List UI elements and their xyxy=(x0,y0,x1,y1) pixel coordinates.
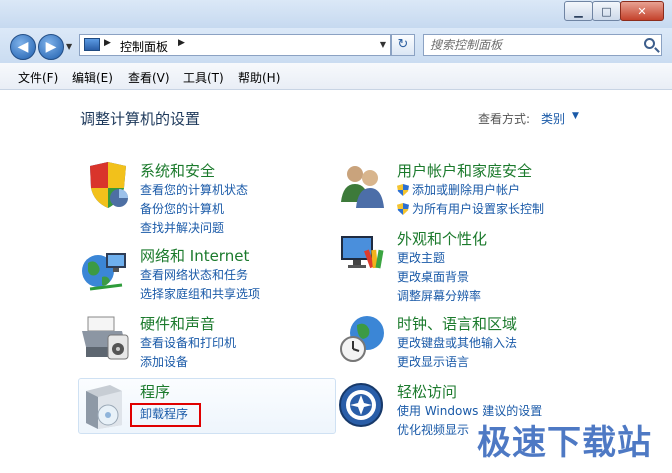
window-controls: ▁ □ ✕ xyxy=(564,1,664,21)
control-panel-window: ▁ □ ✕ ◀ ▶ ▼ ▶ 控制面板 ▶ ▼ ↻ 文件(F) 编辑(E) 查看(… xyxy=(0,0,672,473)
menu-edit[interactable]: 编辑(E) xyxy=(72,69,113,86)
control-panel-icon xyxy=(84,38,100,51)
search-icon[interactable] xyxy=(644,38,655,49)
uninstall-highlight-box xyxy=(130,403,201,427)
menu-bar: 文件(F) 编辑(E) 查看(V) 工具(T) 帮助(H) xyxy=(0,63,672,90)
programs-box-icon[interactable] xyxy=(80,381,130,431)
link-display-language[interactable]: 更改显示语言 xyxy=(397,353,469,370)
category-title[interactable]: 轻松访问 xyxy=(397,381,457,402)
link-backup-computer[interactable]: 备份您的计算机 xyxy=(140,200,224,217)
category-title[interactable]: 外观和个性化 xyxy=(397,228,487,249)
breadcrumb-arrow-icon[interactable]: ▶ xyxy=(178,38,185,48)
recent-pages-dropdown-icon[interactable]: ▼ xyxy=(66,42,72,51)
link-devices-printers[interactable]: 查看设备和打印机 xyxy=(140,334,236,351)
link-label[interactable]: 添加或删除用户帐户 xyxy=(412,183,520,197)
minimize-button[interactable]: ▁ xyxy=(564,1,593,21)
menu-view[interactable]: 查看(V) xyxy=(128,69,170,86)
link-troubleshoot[interactable]: 查找并解决问题 xyxy=(140,219,224,236)
link-parental-controls[interactable]: 为所有用户设置家长控制 xyxy=(397,200,544,217)
search-box[interactable] xyxy=(423,34,662,56)
uac-shield-icon xyxy=(397,184,409,196)
back-button[interactable]: ◀ xyxy=(10,34,36,60)
page-title: 调整计算机的设置 xyxy=(80,110,201,128)
close-button[interactable]: ✕ xyxy=(620,1,664,21)
forward-button[interactable]: ▶ xyxy=(38,34,64,60)
site-watermark: 极速下载站 xyxy=(477,423,652,463)
maximize-button[interactable]: □ xyxy=(592,1,621,21)
link-screen-resolution[interactable]: 调整屏幕分辨率 xyxy=(397,287,481,304)
link-optimize-display[interactable]: 优化视频显示 xyxy=(397,421,469,438)
printer-icon[interactable] xyxy=(80,313,130,363)
network-globe-icon[interactable] xyxy=(80,245,130,295)
link-desktop-background[interactable]: 更改桌面背景 xyxy=(397,268,469,285)
address-toolbar: ◀ ▶ ▼ ▶ 控制面板 ▶ ▼ ↻ xyxy=(0,28,672,63)
category-title[interactable]: 硬件和声音 xyxy=(140,313,215,334)
category-title[interactable]: 用户帐户和家庭安全 xyxy=(397,160,532,181)
address-bar[interactable]: ▶ 控制面板 ▶ ▼ xyxy=(79,34,391,56)
address-dropdown-icon[interactable]: ▼ xyxy=(380,40,386,49)
link-change-theme[interactable]: 更改主题 xyxy=(397,249,445,266)
breadcrumb-arrow-icon[interactable]: ▶ xyxy=(104,38,111,48)
category-title[interactable]: 系统和安全 xyxy=(140,160,215,181)
link-add-device[interactable]: 添加设备 xyxy=(140,353,188,370)
title-bar: ▁ □ ✕ xyxy=(0,0,672,28)
users-icon[interactable] xyxy=(337,160,387,210)
menu-file[interactable]: 文件(F) xyxy=(18,69,58,86)
clock-globe-icon[interactable] xyxy=(337,313,387,363)
content-pane: 调整计算机的设置 查看方式: 类别 ▼ 系统和安全 查看您的计算机状态 备份您的… xyxy=(0,90,672,473)
menu-help[interactable]: 帮助(H) xyxy=(238,69,280,86)
link-keyboard-input[interactable]: 更改键盘或其他输入法 xyxy=(397,334,517,351)
ease-of-access-icon[interactable] xyxy=(337,381,387,431)
view-by-dropdown-icon[interactable]: ▼ xyxy=(572,111,579,121)
view-by-label: 查看方式: xyxy=(478,112,531,126)
security-shield-icon[interactable] xyxy=(80,160,130,210)
category-title[interactable]: 程序 xyxy=(140,381,170,402)
search-input[interactable] xyxy=(430,36,630,54)
view-by-dropdown[interactable]: 类别 xyxy=(541,110,565,127)
link-homegroup-sharing[interactable]: 选择家庭组和共享选项 xyxy=(140,285,260,302)
refresh-button[interactable]: ↻ xyxy=(391,34,415,56)
menu-tools[interactable]: 工具(T) xyxy=(183,69,224,86)
link-add-remove-accounts[interactable]: 添加或删除用户帐户 xyxy=(397,181,520,198)
appearance-monitor-icon[interactable] xyxy=(337,228,387,278)
uac-shield-icon xyxy=(397,203,409,215)
breadcrumb-control-panel[interactable]: 控制面板 xyxy=(120,38,168,55)
category-title[interactable]: 时钟、语言和区域 xyxy=(397,313,517,334)
link-view-computer-status[interactable]: 查看您的计算机状态 xyxy=(140,181,248,198)
category-title[interactable]: 网络和 Internet xyxy=(140,245,249,266)
link-label[interactable]: 为所有用户设置家长控制 xyxy=(412,202,544,216)
link-network-status[interactable]: 查看网络状态和任务 xyxy=(140,266,248,283)
